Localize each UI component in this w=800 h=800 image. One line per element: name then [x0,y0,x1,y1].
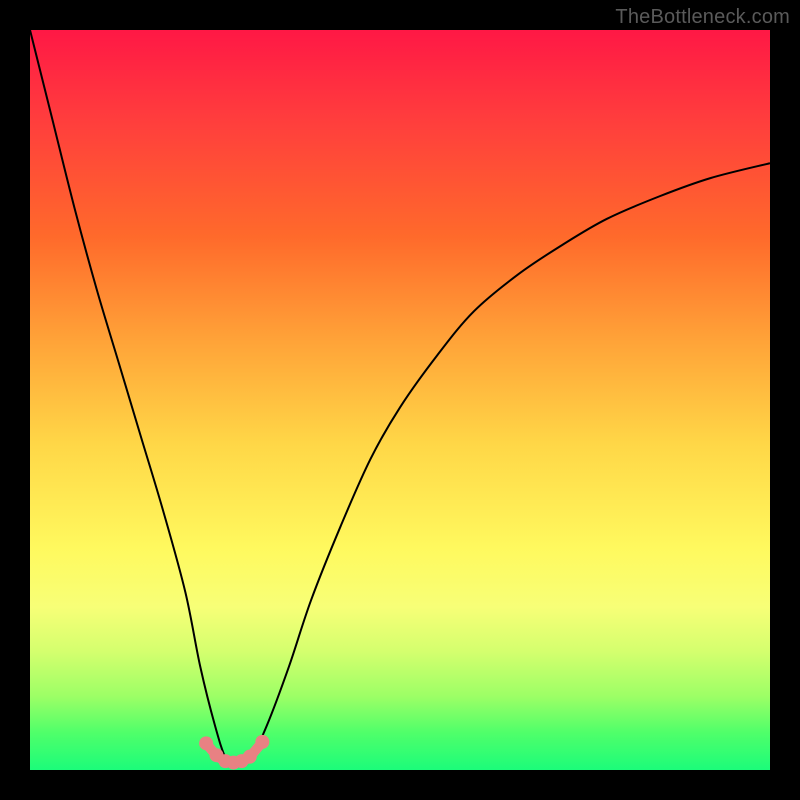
curve-svg [30,30,770,770]
marker-dot [199,736,213,750]
marker-dot [255,735,269,749]
attribution-text: TheBottleneck.com [615,6,790,29]
plot-area [30,30,770,770]
chart-frame: TheBottleneck.com [0,0,800,800]
marker-dot [243,750,257,764]
bottleneck-curve [30,30,770,766]
